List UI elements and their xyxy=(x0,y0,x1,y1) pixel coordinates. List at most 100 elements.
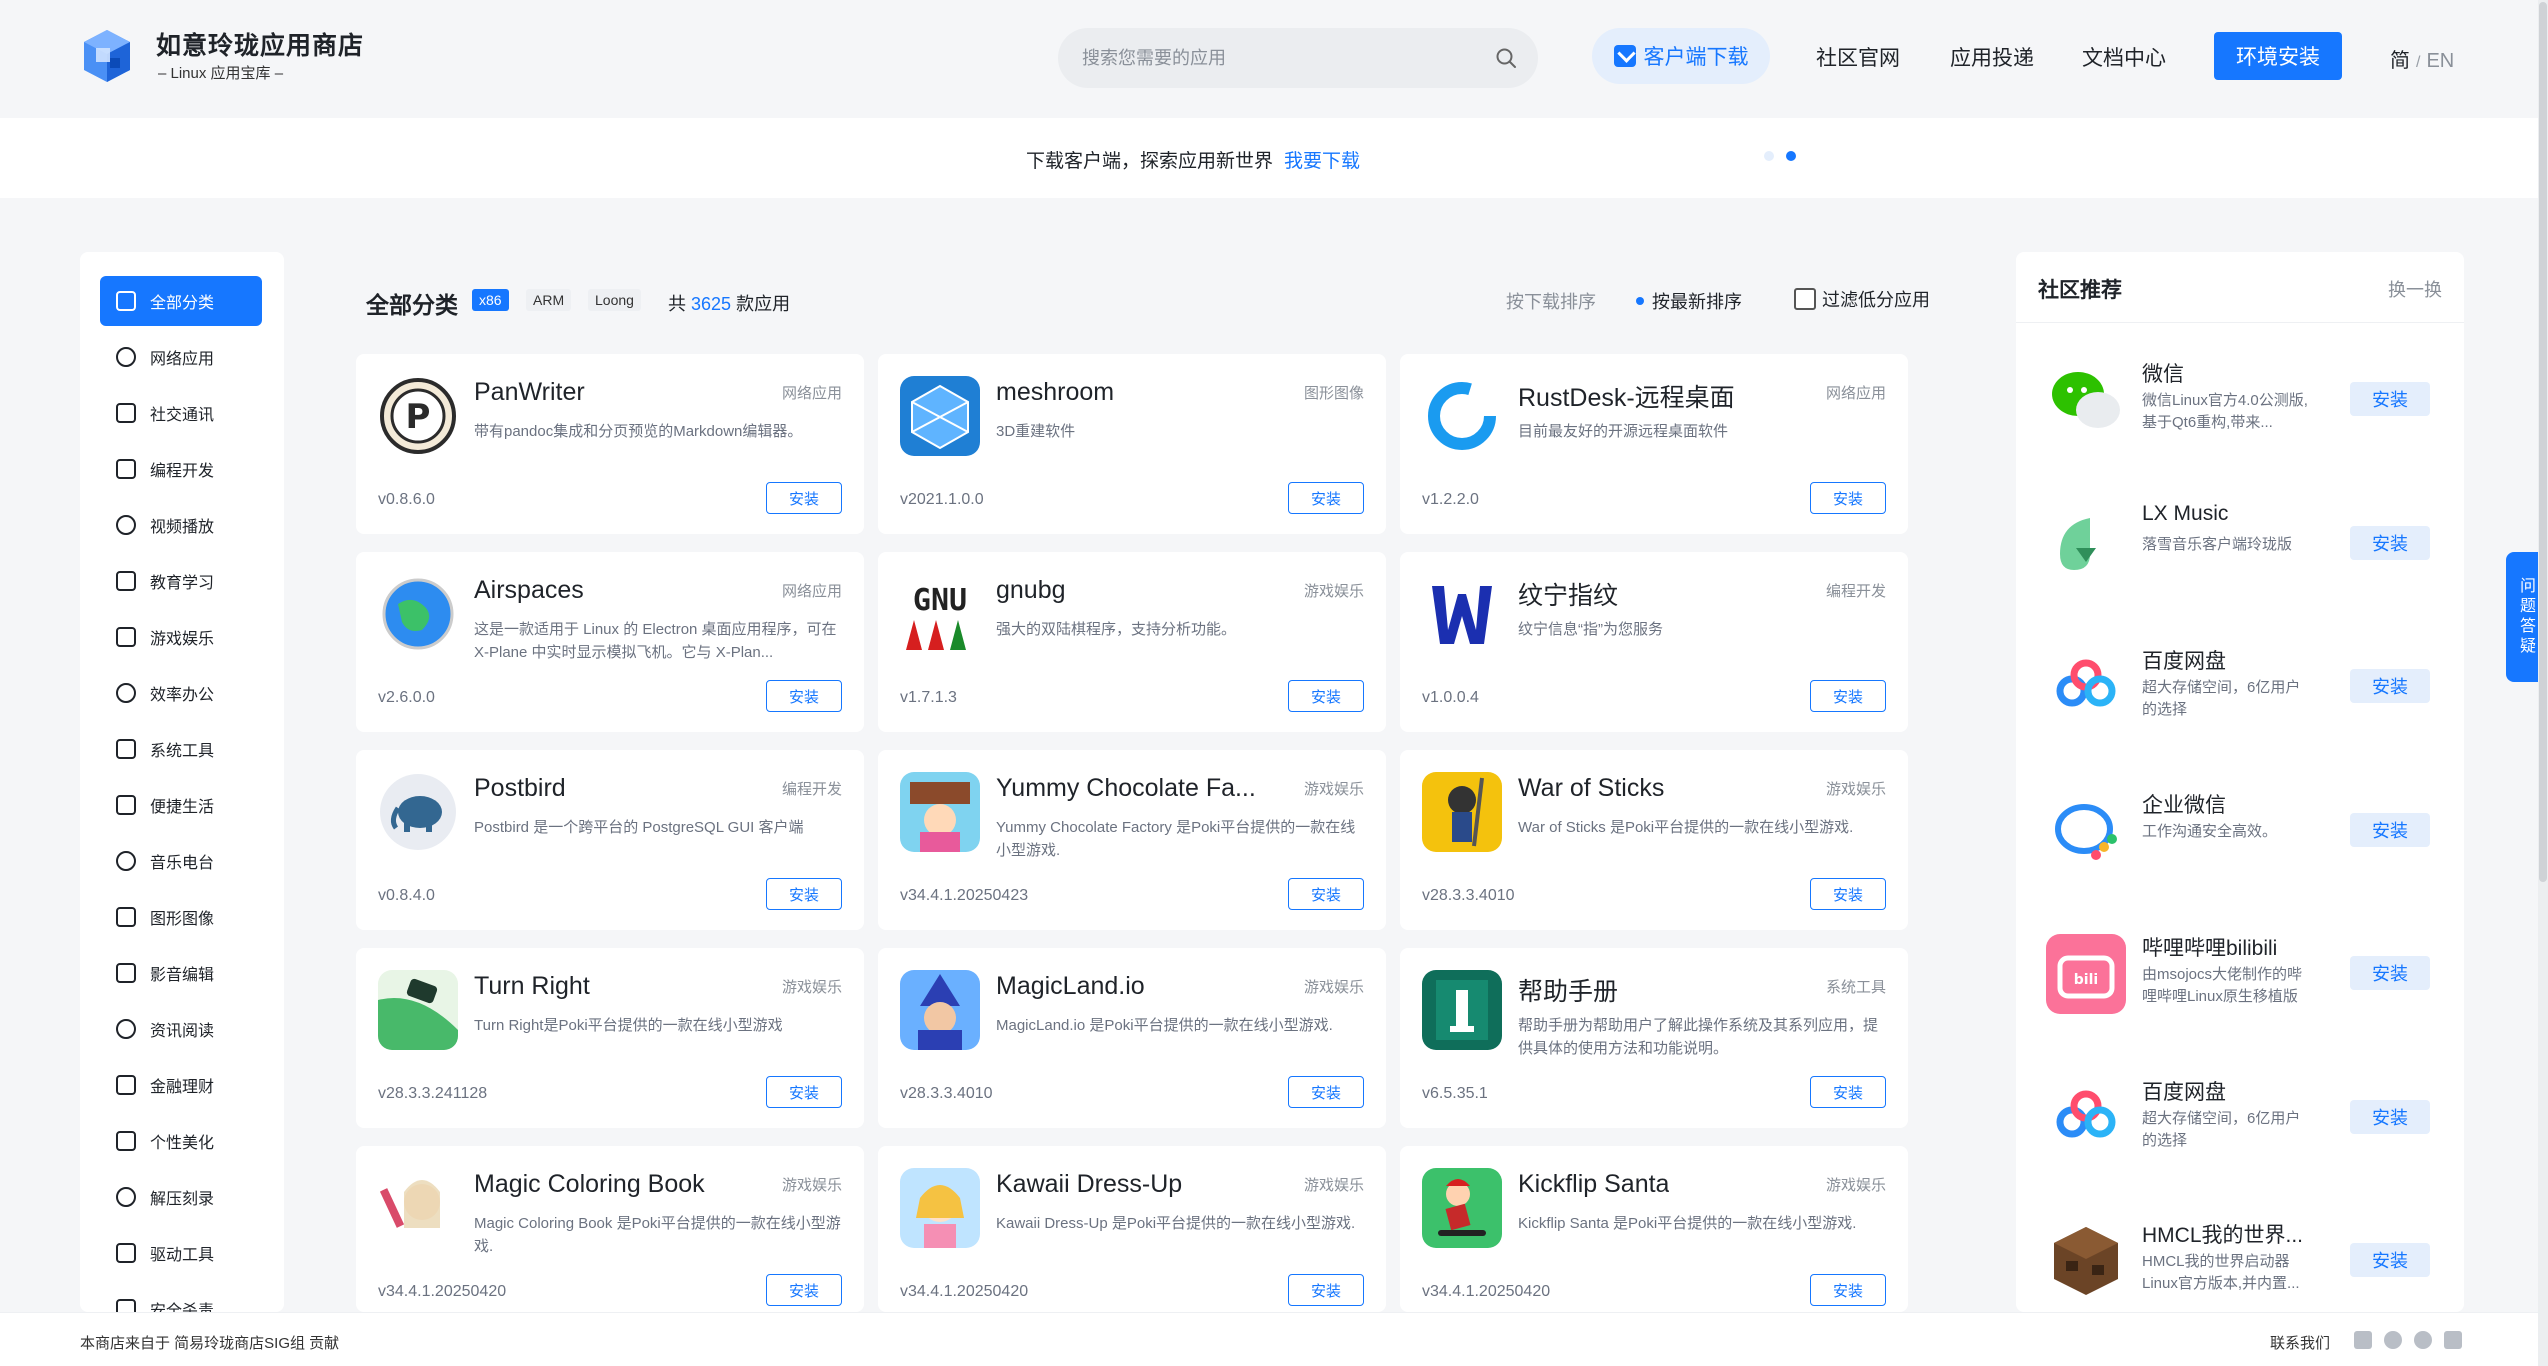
install-button[interactable]: 安装 xyxy=(766,1274,842,1306)
sidebar-item-11[interactable]: 图形图像 xyxy=(100,892,262,942)
sidebar-item-0[interactable]: 全部分类 xyxy=(100,276,262,326)
app-name[interactable]: PanWriter xyxy=(474,378,585,407)
app-icon[interactable] xyxy=(2046,647,2126,727)
install-button[interactable]: 安装 xyxy=(1288,482,1364,514)
sidebar-item-16[interactable]: 解压刻录 xyxy=(100,1172,262,1222)
app-icon[interactable] xyxy=(378,1168,458,1248)
env-install-button[interactable]: 环境安装 xyxy=(2214,32,2342,80)
email-icon[interactable] xyxy=(2444,1331,2462,1349)
app-icon[interactable] xyxy=(900,970,980,1050)
app-card[interactable]: RustDesk-远程桌面 网络应用 目前最友好的开源远程桌面软件 v1.2.2.0 安… xyxy=(1400,354,1908,534)
recommend-item[interactable]: 企业微信 工作沟通安全高效。 安装 xyxy=(2016,777,2464,907)
sidebar-item-5[interactable]: 教育学习 xyxy=(100,556,262,606)
sidebar-item-13[interactable]: 资讯阅读 xyxy=(100,1004,262,1054)
sidebar-item-1[interactable]: 网络应用 xyxy=(100,332,262,382)
sidebar-item-14[interactable]: 金融理财 xyxy=(100,1060,262,1110)
telegram-icon[interactable] xyxy=(2384,1331,2402,1349)
app-name[interactable]: 帮助手册 xyxy=(1518,972,1618,1008)
install-button[interactable]: 安装 xyxy=(1810,1076,1886,1108)
sidebar-item-17[interactable]: 驱动工具 xyxy=(100,1228,262,1278)
recommend-item[interactable]: 微信 微信Linux官方4.0公测版,基于Qt6重构,带来... 安装 xyxy=(2016,346,2464,476)
install-button[interactable]: 安装 xyxy=(1810,1274,1886,1306)
carousel-dot-1[interactable] xyxy=(1764,151,1774,161)
app-name[interactable]: Postbird xyxy=(474,774,566,803)
sidebar-item-9[interactable]: 便捷生活 xyxy=(100,780,262,830)
arch-x86[interactable]: x86 xyxy=(472,289,509,311)
lang-en[interactable]: EN xyxy=(2426,50,2454,72)
sidebar-item-8[interactable]: 系统工具 xyxy=(100,724,262,774)
sort-by-downloads[interactable]: 按下载排序 xyxy=(1506,288,1596,314)
install-button[interactable]: 安装 xyxy=(1288,1076,1364,1108)
app-card[interactable]: Airspaces 网络应用 这是一款适用于 Linux 的 Electron 桌面… xyxy=(356,552,864,732)
app-icon[interactable] xyxy=(900,1168,980,1248)
app-name[interactable]: HMCL我的世界... xyxy=(2142,1219,2303,1249)
nav-docs[interactable]: 文档中心 xyxy=(2082,42,2166,72)
filter-checkbox[interactable] xyxy=(1794,288,1816,310)
app-name[interactable]: RustDesk-远程桌面 xyxy=(1518,378,1735,414)
app-icon[interactable] xyxy=(378,772,458,852)
app-name[interactable]: LX Music xyxy=(2142,502,2228,526)
recommend-item[interactable]: 百度网盘 超大存储空间，6亿用户的选择 安装 xyxy=(2016,633,2464,763)
sidebar-item-4[interactable]: 视频播放 xyxy=(100,500,262,550)
app-icon[interactable] xyxy=(378,574,458,654)
nav-submit-app[interactable]: 应用投递 xyxy=(1950,42,2034,72)
app-name[interactable]: 百度网盘 xyxy=(2142,1076,2226,1106)
app-icon[interactable] xyxy=(378,970,458,1050)
facebook-icon[interactable] xyxy=(2354,1331,2372,1349)
app-icon[interactable] xyxy=(900,376,980,456)
recommend-item[interactable]: 百度网盘 超大存储空间，6亿用户的选择 安装 xyxy=(2016,1064,2464,1194)
install-button[interactable]: 安装 xyxy=(766,878,842,910)
install-button[interactable]: 安装 xyxy=(2350,669,2430,703)
app-name[interactable]: Airspaces xyxy=(474,576,584,605)
app-icon[interactable] xyxy=(2046,503,2126,584)
app-icon[interactable]: bili xyxy=(2046,934,2126,1014)
install-button[interactable]: 安装 xyxy=(2350,956,2430,990)
arch-loong[interactable]: Loong xyxy=(588,289,641,311)
install-button[interactable]: 安装 xyxy=(1288,1274,1364,1306)
app-icon[interactable] xyxy=(2046,1221,2126,1301)
app-name[interactable]: War of Sticks xyxy=(1518,774,1664,803)
sidebar-item-7[interactable]: 效率办公 xyxy=(100,668,262,718)
install-button[interactable]: 安装 xyxy=(1288,680,1364,712)
carousel-dot-2[interactable] xyxy=(1786,151,1796,161)
install-button[interactable]: 安装 xyxy=(2350,1099,2430,1134)
sidebar-item-12[interactable]: 影音编辑 xyxy=(100,948,262,998)
nav-community[interactable]: 社区官网 xyxy=(1816,42,1900,72)
install-button[interactable]: 安装 xyxy=(2350,525,2430,560)
app-name[interactable]: 百度网盘 xyxy=(2142,645,2226,675)
recommend-item[interactable]: bili 哔哩哔哩bilibili 由msojocs大佬制作的哔哩哔哩Linux原生… xyxy=(2016,920,2464,1050)
app-card[interactable]: War of Sticks 游戏娱乐 War of Sticks 是Poki平台提供… xyxy=(1400,750,1908,930)
app-card[interactable]: Magic Coloring Book 游戏娱乐 Magic Coloring Bo… xyxy=(356,1146,864,1312)
app-card[interactable]: P PanWriter 网络应用 带有pandoc集成和分页预览的Markdown编辑… xyxy=(356,354,864,534)
app-icon[interactable] xyxy=(1422,772,1502,852)
logo[interactable] xyxy=(82,28,132,84)
scrollbar[interactable] xyxy=(2538,0,2548,1366)
sidebar-item-3[interactable]: 编程开发 xyxy=(100,444,262,494)
app-card[interactable]: Postbird 编程开发 Postbird 是一个跨平台的 PostgreSQL … xyxy=(356,750,864,930)
app-icon[interactable]: GNU xyxy=(900,574,980,654)
filter-low-rated[interactable]: 过滤低分应用 xyxy=(1794,286,1930,312)
app-card[interactable]: Yummy Chocolate Fa... 游戏娱乐 Yummy Chocolate… xyxy=(878,750,1386,930)
install-button[interactable]: 安装 xyxy=(1810,878,1886,910)
app-name[interactable]: Yummy Chocolate Fa... xyxy=(996,774,1256,803)
app-name[interactable]: MagicLand.io xyxy=(996,972,1145,1001)
install-button[interactable]: 安装 xyxy=(1288,878,1364,910)
app-card[interactable]: MagicLand.io 游戏娱乐 MagicLand.io 是Poki平台提供的一… xyxy=(878,948,1386,1128)
scrollbar-thumb[interactable] xyxy=(2539,2,2547,882)
app-name[interactable]: Kawaii Dress-Up xyxy=(996,1170,1182,1199)
app-name[interactable]: Turn Right xyxy=(474,972,590,1001)
install-button[interactable]: 安装 xyxy=(1810,482,1886,514)
sidebar-item-6[interactable]: 游戏娱乐 xyxy=(100,612,262,662)
app-card[interactable]: 帮助手册 系统工具 帮助手册为帮助用户了解此操作系统及其系列应用，提供具体的使用方法… xyxy=(1400,948,1908,1128)
sidebar-item-10[interactable]: 音乐电台 xyxy=(100,836,262,886)
app-card[interactable]: meshroom 图形图像 3D重建软件 v2021.1.0.0 安装 xyxy=(878,354,1386,534)
install-button[interactable]: 安装 xyxy=(2350,382,2430,416)
app-icon[interactable] xyxy=(2046,790,2126,871)
app-icon[interactable] xyxy=(900,772,980,852)
app-name[interactable]: 哔哩哔哩bilibili xyxy=(2142,932,2277,962)
app-icon[interactable] xyxy=(1422,574,1502,654)
wechat-icon[interactable] xyxy=(2414,1331,2432,1349)
search-input[interactable] xyxy=(1082,28,1462,88)
app-card[interactable]: Kawaii Dress-Up 游戏娱乐 Kawaii Dress-Up 是Poki… xyxy=(878,1146,1386,1312)
app-icon[interactable] xyxy=(1422,1168,1502,1248)
